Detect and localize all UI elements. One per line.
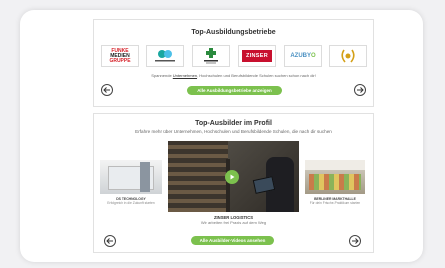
ausbilder-prev-button[interactable] (104, 235, 116, 247)
alle-ausbilder-videos-button[interactable]: Alle Ausbilder-Videos ansehen (191, 236, 274, 245)
arrow-left-icon (103, 87, 110, 93)
logo-funke[interactable]: FUNKE MEDIEN GRUPPE (101, 45, 139, 67)
betriebe-next-button[interactable] (354, 84, 366, 96)
right-video-thumbnail[interactable] (305, 160, 365, 194)
logo-zinser[interactable]: ZINSER (238, 45, 276, 67)
left-video-thumbnail[interactable] (100, 160, 162, 194)
award-wreath-icon (341, 49, 355, 63)
top-ausbilder-title: Top-Ausbilder im Profil (195, 120, 272, 127)
main-video-caption: ZINSER LOGISTICS Wir arbeiten frei Praxi… (200, 215, 267, 225)
stadtwerke-logo-icon (204, 48, 218, 64)
main-video-thumbnail[interactable] (168, 141, 299, 212)
unternehmen-link[interactable]: Unternehmen (173, 73, 197, 78)
top-betriebe-title: Top-Ausbildungsbetriebe (191, 29, 276, 36)
ausbilder-next-button[interactable] (349, 235, 361, 247)
alle-ausbildungsbetriebe-button[interactable]: Alle Ausbildungsbetriebe anzeigen (187, 86, 282, 95)
betriebe-prev-button[interactable] (101, 84, 113, 96)
logo-ds-technology[interactable] (146, 45, 184, 67)
left-video-caption: DS TECHNOLOGY Erfolgreich in die Zukunft… (107, 197, 155, 205)
ds-technology-logo-icon (155, 50, 175, 62)
betriebe-note: Spannende Unternehmen, Hochschulen und B… (151, 73, 316, 78)
arrow-left-icon (106, 238, 113, 244)
arrow-right-icon (352, 238, 359, 244)
logo-carousel: FUNKE MEDIEN GRUPPE ZINSER AZUBYO (101, 45, 367, 67)
top-ausbilder-subtitle: Erfahre mehr über Unternehmen, Hochschul… (135, 129, 332, 134)
arrow-right-icon (357, 87, 364, 93)
top-betriebe-panel: Top-Ausbildungsbetriebe FUNKE MEDIEN GRUPP… (93, 19, 374, 107)
play-button[interactable] (225, 170, 239, 184)
logo-award[interactable] (329, 45, 367, 67)
logo-stadtwerke[interactable] (192, 45, 230, 67)
play-icon (230, 174, 235, 180)
logo-azubyo[interactable]: AZUBYO (284, 45, 322, 67)
right-video-caption: BERLINER MARKTHALLE Für dein Frische-Pra… (309, 197, 361, 205)
